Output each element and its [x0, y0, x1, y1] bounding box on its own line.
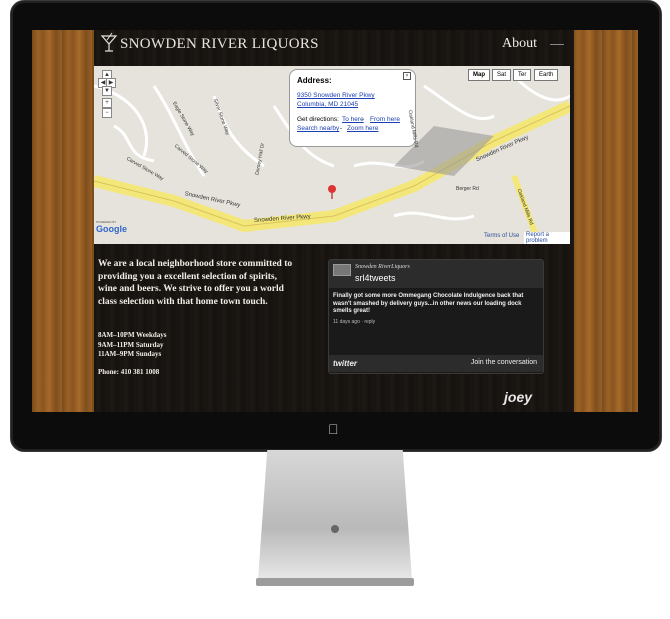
monitor-stand	[258, 450, 412, 580]
screen: Snowden River Liquors About	[32, 30, 638, 412]
hours-weekdays: 8AM–10PM Weekdays	[98, 331, 167, 339]
designer-credit-logo[interactable]: joey	[504, 389, 532, 405]
separator: -	[340, 125, 343, 132]
tweet-meta[interactable]: 11 days ago · reply	[333, 319, 375, 325]
avatar[interactable]	[333, 264, 351, 276]
tweet-text: Finally got some more Ommegang Chocolate…	[333, 293, 524, 314]
site-header: Snowden River Liquors About	[94, 30, 574, 64]
map-type-ter-button[interactable]: Ter	[513, 69, 532, 81]
to-here-link[interactable]: To here	[342, 116, 364, 123]
twitter-widget: Snowden RiverLiquors srl4tweets Finally …	[328, 259, 544, 374]
zoom-in-icon[interactable]: +	[102, 98, 112, 108]
search-nearby-link[interactable]: Search nearby	[297, 125, 339, 132]
phone-number: Phone: 410 381 1008	[98, 368, 160, 376]
google-logo[interactable]: Google	[96, 224, 127, 234]
map-type-earth-button[interactable]: Earth	[534, 69, 559, 81]
twitter-widget-header: Snowden RiverLiquors srl4tweets	[329, 260, 543, 288]
map-type-map-button[interactable]: Map	[468, 69, 490, 81]
twitter-handle[interactable]: srl4tweets	[355, 273, 396, 283]
zoom-out-icon[interactable]: −	[102, 108, 112, 118]
map-type-sat-button[interactable]: Sat	[492, 69, 512, 81]
join-conversation-link[interactable]: Join the conversation	[471, 359, 537, 366]
stand-hole	[331, 525, 339, 533]
directions-label: Get directions:	[297, 116, 339, 123]
pan-down-icon[interactable]: ▼	[102, 86, 112, 96]
terms-of-use-link[interactable]: Terms of Use	[484, 233, 519, 239]
twitter-widget-footer: twitter Join the conversation	[329, 355, 543, 372]
content-panel: Snowden River Liquors About	[94, 30, 574, 412]
site-title[interactable]: Snowden River Liquors	[120, 36, 319, 53]
apple-logo-icon: 	[328, 421, 339, 437]
hours-saturday: 9AM–11PM Saturday	[98, 340, 164, 349]
report-problem-link[interactable]: Report a problem	[524, 232, 570, 244]
separator: -	[362, 116, 365, 123]
address-line2-link[interactable]: Columbia, MD 21045	[297, 101, 358, 108]
stand-base	[256, 578, 414, 586]
zoom-here-link[interactable]: Zoom here	[347, 125, 378, 132]
address-heading: Address:	[297, 76, 332, 85]
address-line1-link[interactable]: 9350 Snowden River Pkwy	[297, 92, 375, 99]
close-icon[interactable]: ×	[403, 72, 411, 80]
store-hours: 8AM–10PM Weekdays 9AM–11PM Saturday 11AM…	[98, 331, 167, 360]
hours-sunday: 11AM–9PM Sundays	[98, 350, 162, 358]
nav-about-link[interactable]: About	[502, 36, 537, 52]
intro-text: We are a local neighborhood store commit…	[98, 259, 293, 307]
martini-glass-icon	[100, 32, 118, 59]
google-map[interactable]: ▲ ◀ ▶ ▼ + − Map Sat Ter Earth × Address:…	[94, 66, 570, 244]
nav-divider	[550, 44, 564, 45]
twitter-logo[interactable]: twitter	[333, 359, 357, 368]
from-here-link[interactable]: From here	[370, 116, 400, 123]
road-label: Berger Rd	[456, 186, 479, 192]
map-info-window: × Address: 9350 Snowden River Pkwy Colum…	[289, 69, 416, 147]
twitter-display-name[interactable]: Snowden RiverLiquors	[355, 264, 410, 270]
